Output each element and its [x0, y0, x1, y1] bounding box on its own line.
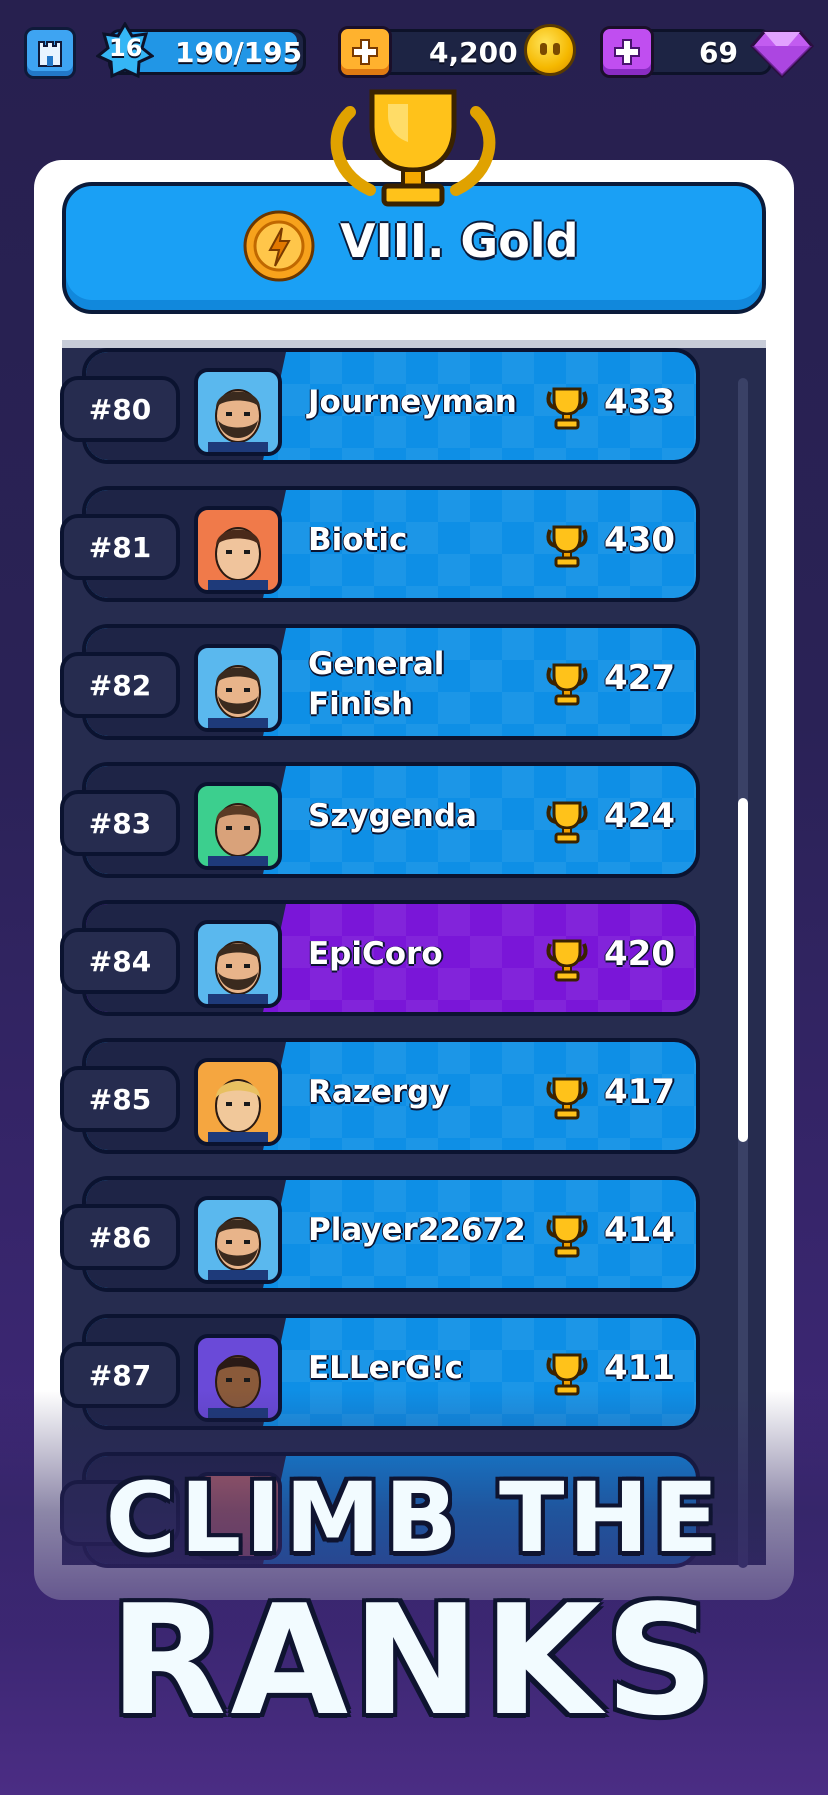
league-tier-name: VIII. Gold [340, 214, 579, 268]
player-name: Razergy [308, 1074, 450, 1110]
leaderboard-row[interactable]: #86 Player22672 414 [60, 1176, 700, 1292]
trophy-cup-icon [546, 1077, 588, 1120]
player-name: Szygenda [308, 798, 477, 834]
player-score: 411 [604, 1348, 675, 1388]
avatar-portrait-icon [208, 527, 268, 590]
player-avatar[interactable] [194, 368, 282, 456]
add-coins-icon [352, 39, 378, 65]
rank-tag: #83 [60, 790, 180, 856]
avatar-portrait-icon [208, 665, 268, 728]
xp-text: 190/195 [175, 36, 303, 69]
leaderboard-row[interactable]: #82 General Finish 427 [60, 624, 700, 740]
rank-tag: #81 [60, 514, 180, 580]
player-avatar[interactable] [194, 506, 282, 594]
player-score: 427 [604, 658, 675, 698]
player-score: 420 [604, 934, 675, 974]
rank-tag: #85 [60, 1066, 180, 1132]
coin-icon [524, 24, 576, 76]
leaderboard-row[interactable]: #85 Razergy 417 [60, 1038, 700, 1154]
player-avatar[interactable] [194, 1196, 282, 1284]
leaderboard-row[interactable]: #81 Biotic 430 [60, 486, 700, 602]
player-score: 424 [604, 796, 675, 836]
player-score: 430 [604, 520, 675, 560]
player-score: 417 [604, 1072, 675, 1112]
player-score: 433 [604, 382, 675, 422]
player-name: General Finish [308, 646, 445, 722]
level-text: 16 [109, 34, 143, 62]
player-avatar[interactable] [194, 1058, 282, 1146]
player-avatar[interactable] [194, 920, 282, 1008]
coins-text: 4,200 [429, 36, 518, 69]
add-gems-button[interactable] [600, 26, 654, 78]
rank-tag: #86 [60, 1204, 180, 1270]
castle-button[interactable] [24, 27, 76, 79]
rank-text: #82 [88, 669, 152, 702]
player-name: Player22672 [308, 1212, 526, 1248]
scroll-thumb[interactable] [738, 798, 748, 1142]
leaderboard-row[interactable]: #83 Szygenda 424 [60, 762, 700, 878]
trophy-icon [330, 89, 496, 207]
rank-tag: #84 [60, 928, 180, 994]
tagline-line-2: RANKS [109, 1572, 719, 1749]
trophy-cup-icon [546, 663, 588, 706]
trophy-cup-icon [546, 387, 588, 430]
avatar-portrait-icon [208, 803, 268, 866]
avatar-portrait-icon [208, 941, 268, 1004]
player-name: Biotic [308, 522, 408, 558]
leaderboard-row[interactable]: #80 Journeyman 433 [60, 348, 700, 464]
trophy-cup-icon [546, 1215, 588, 1258]
rank-text: #80 [88, 393, 152, 426]
avatar-portrait-icon [208, 389, 268, 452]
trophy-cup-icon [546, 525, 588, 568]
player-score: 414 [604, 1210, 675, 1250]
add-coins-button[interactable] [338, 26, 392, 78]
player-avatar[interactable] [194, 644, 282, 732]
trophy-cup-icon [546, 939, 588, 982]
trophy-cup-icon [546, 801, 588, 844]
gems-text: 69 [699, 36, 738, 69]
rank-text: #84 [88, 945, 152, 978]
tagline-line-1: CLIMB THE [105, 1462, 723, 1574]
leaderboard-row[interactable]: #84 EpiCoro 420 [60, 900, 700, 1016]
rank-tag: #82 [60, 652, 180, 718]
player-name: ELLerG!c [308, 1350, 463, 1386]
rank-text: #86 [88, 1221, 152, 1254]
gem-icon [750, 30, 814, 78]
lightning-badge-icon [243, 210, 315, 282]
avatar-portrait-icon [208, 1079, 268, 1142]
avatar-portrait-icon [208, 1217, 268, 1280]
rank-text: #87 [88, 1359, 152, 1392]
rank-text: #81 [88, 531, 152, 564]
player-avatar[interactable] [194, 782, 282, 870]
rank-text: #85 [88, 1083, 152, 1116]
player-name: EpiCoro [308, 936, 443, 972]
castle-icon [38, 41, 62, 67]
add-gems-icon [614, 39, 640, 65]
rank-text: #83 [88, 807, 152, 840]
player-name: Journeyman [308, 384, 517, 420]
rank-tag: #80 [60, 376, 180, 442]
